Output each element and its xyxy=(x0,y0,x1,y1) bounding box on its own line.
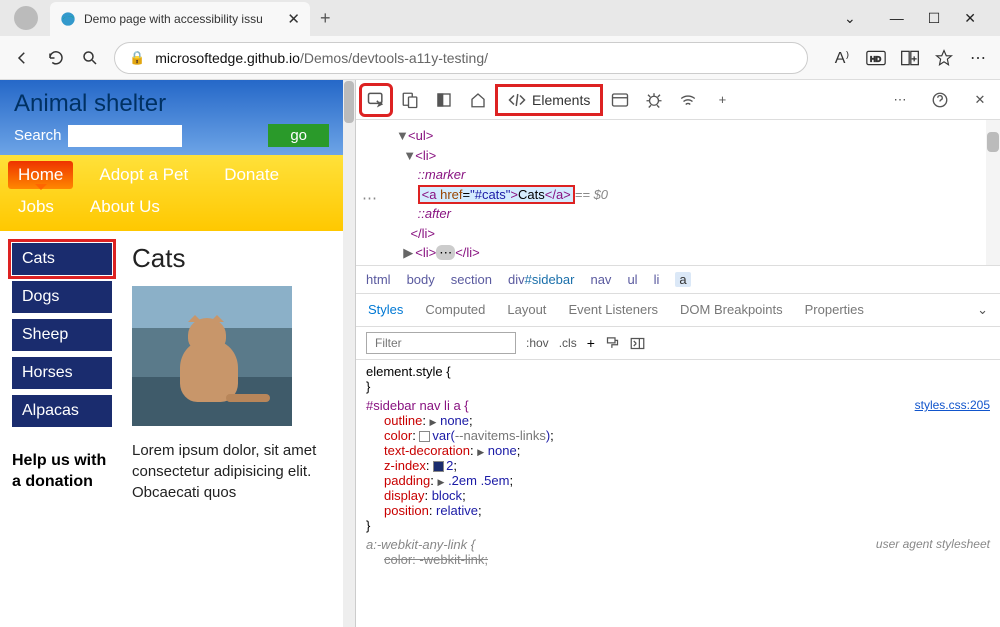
address-input[interactable]: 🔒 microsoftedge.github.io/Demos/devtools… xyxy=(114,42,808,74)
dom-tree[interactable]: ⋯ ▼<ul> ▼<li> ::marker <a href="#cats">C… xyxy=(356,120,1000,265)
tab-title: Demo page with accessibility issu xyxy=(84,12,281,26)
sidebar: Cats Dogs Sheep Horses Alpacas Help us w… xyxy=(12,243,112,503)
crumb-a[interactable]: a xyxy=(675,272,690,287)
rule-source-link[interactable]: styles.css:205 xyxy=(915,398,990,412)
nav-donate[interactable]: Donate xyxy=(214,161,289,189)
network-icon[interactable] xyxy=(674,86,702,114)
maximize-button[interactable]: ☐ xyxy=(928,10,941,27)
cat-image xyxy=(132,286,292,426)
search-label: Search xyxy=(14,127,62,144)
close-tab-icon[interactable]: ✕ xyxy=(287,10,300,28)
more-tools-icon[interactable]: ⋯ xyxy=(886,86,914,114)
tab-layout[interactable]: Layout xyxy=(507,302,546,318)
sidebar-item-alpacas[interactable]: Alpacas xyxy=(12,395,112,427)
dom-scrollbar[interactable] xyxy=(986,120,1000,265)
breadcrumb: html body section div#sidebar nav ul li … xyxy=(356,265,1000,294)
sidebar-item-cats[interactable]: Cats xyxy=(12,243,112,275)
tab-listeners[interactable]: Event Listeners xyxy=(568,302,658,318)
page-scrollbar[interactable] xyxy=(343,80,355,627)
inspect-element-icon[interactable] xyxy=(362,86,390,114)
tab-bar: Demo page with accessibility issu ✕ + ⌄ … xyxy=(0,0,1000,36)
bug-icon[interactable] xyxy=(640,86,668,114)
sidebar-item-horses[interactable]: Horses xyxy=(12,357,112,389)
gutter-ellipsis[interactable]: ⋯ xyxy=(356,188,377,211)
elements-tab[interactable]: Elements xyxy=(498,87,600,113)
ua-label: user agent stylesheet xyxy=(876,537,990,551)
sidebar-item-dogs[interactable]: Dogs xyxy=(12,281,112,313)
edge-icon xyxy=(60,11,76,27)
browser-tab[interactable]: Demo page with accessibility issu ✕ xyxy=(50,2,310,36)
elements-tab-label: Elements xyxy=(532,92,590,108)
devtools-panel: Elements + ⋯ ✕ ⋯ ▼<ul> ▼<li> ::marker <a… xyxy=(355,80,1000,627)
styles-filter-input[interactable] xyxy=(366,332,516,354)
styles-more-icon[interactable]: ⌄ xyxy=(977,302,988,318)
hd-icon[interactable]: HD xyxy=(866,48,886,68)
main-nav: Home Adopt a Pet Donate Jobs About Us xyxy=(0,155,343,231)
url-text: microsoftedge.github.io/Demos/devtools-a… xyxy=(155,50,488,66)
styles-tabs: Styles Computed Layout Event Listeners D… xyxy=(356,294,1000,327)
page-heading: Cats xyxy=(132,243,331,274)
hov-toggle[interactable]: :hov xyxy=(526,336,549,350)
computed-sidebar-icon[interactable] xyxy=(630,337,645,350)
help-icon[interactable] xyxy=(926,86,954,114)
nav-adopt[interactable]: Adopt a Pet xyxy=(89,161,198,189)
nav-home[interactable]: Home xyxy=(8,161,73,189)
crumb-nav[interactable]: nav xyxy=(590,272,611,287)
crumb-section[interactable]: section xyxy=(451,272,492,287)
profile-icon[interactable] xyxy=(14,6,38,30)
crumb-li[interactable]: li xyxy=(654,272,660,287)
menu-icon[interactable]: ⋯ xyxy=(968,48,988,68)
search-input[interactable] xyxy=(68,125,182,147)
nav-about[interactable]: About Us xyxy=(80,193,170,221)
donation-help: Help us with a donation xyxy=(12,451,112,493)
close-window-button[interactable]: ✕ xyxy=(964,10,976,27)
welcome-icon[interactable] xyxy=(430,86,458,114)
svg-text:HD: HD xyxy=(870,54,881,63)
tab-properties[interactable]: Properties xyxy=(805,302,864,318)
new-tool-icon[interactable]: + xyxy=(708,86,736,114)
read-aloud-icon[interactable]: A⁾ xyxy=(832,48,852,68)
crumb-ul[interactable]: ul xyxy=(627,272,637,287)
lock-icon: 🔒 xyxy=(129,50,145,66)
crumb-div[interactable]: div#sidebar xyxy=(508,272,575,287)
new-tab-button[interactable]: + xyxy=(320,8,331,29)
search-icon[interactable] xyxy=(80,48,100,68)
refresh-button[interactable] xyxy=(46,48,66,68)
collections-icon[interactable] xyxy=(900,48,920,68)
crumb-html[interactable]: html xyxy=(366,272,391,287)
app-icon[interactable] xyxy=(606,86,634,114)
device-emulation-icon[interactable] xyxy=(396,86,424,114)
tab-styles[interactable]: Styles xyxy=(368,302,403,318)
page-content: Animal shelter Search go Home Adopt a Pe… xyxy=(0,80,355,627)
address-bar: 🔒 microsoftedge.github.io/Demos/devtools… xyxy=(0,36,1000,80)
cls-toggle[interactable]: .cls xyxy=(559,336,577,350)
styles-body[interactable]: element.style { } styles.css:205 #sideba… xyxy=(356,360,1000,627)
back-button[interactable] xyxy=(12,48,32,68)
crumb-body[interactable]: body xyxy=(407,272,435,287)
home-icon[interactable] xyxy=(464,86,492,114)
tab-computed[interactable]: Computed xyxy=(425,302,485,318)
go-button[interactable]: go xyxy=(268,124,329,147)
tab-dom-breakpoints[interactable]: DOM Breakpoints xyxy=(680,302,783,318)
lorem-text: Lorem ipsum dolor, sit amet consectetur … xyxy=(132,440,331,503)
favorite-icon[interactable] xyxy=(934,48,954,68)
close-devtools-icon[interactable]: ✕ xyxy=(966,86,994,114)
new-style-icon[interactable]: + xyxy=(587,335,595,351)
minimize-button[interactable]: — xyxy=(890,10,904,26)
paint-icon[interactable] xyxy=(605,336,620,351)
code-icon xyxy=(508,92,526,108)
site-title: Animal shelter xyxy=(14,90,329,118)
nav-jobs[interactable]: Jobs xyxy=(8,193,64,221)
sidebar-item-sheep[interactable]: Sheep xyxy=(12,319,112,351)
chevron-down-icon[interactable]: ⌄ xyxy=(844,10,856,27)
